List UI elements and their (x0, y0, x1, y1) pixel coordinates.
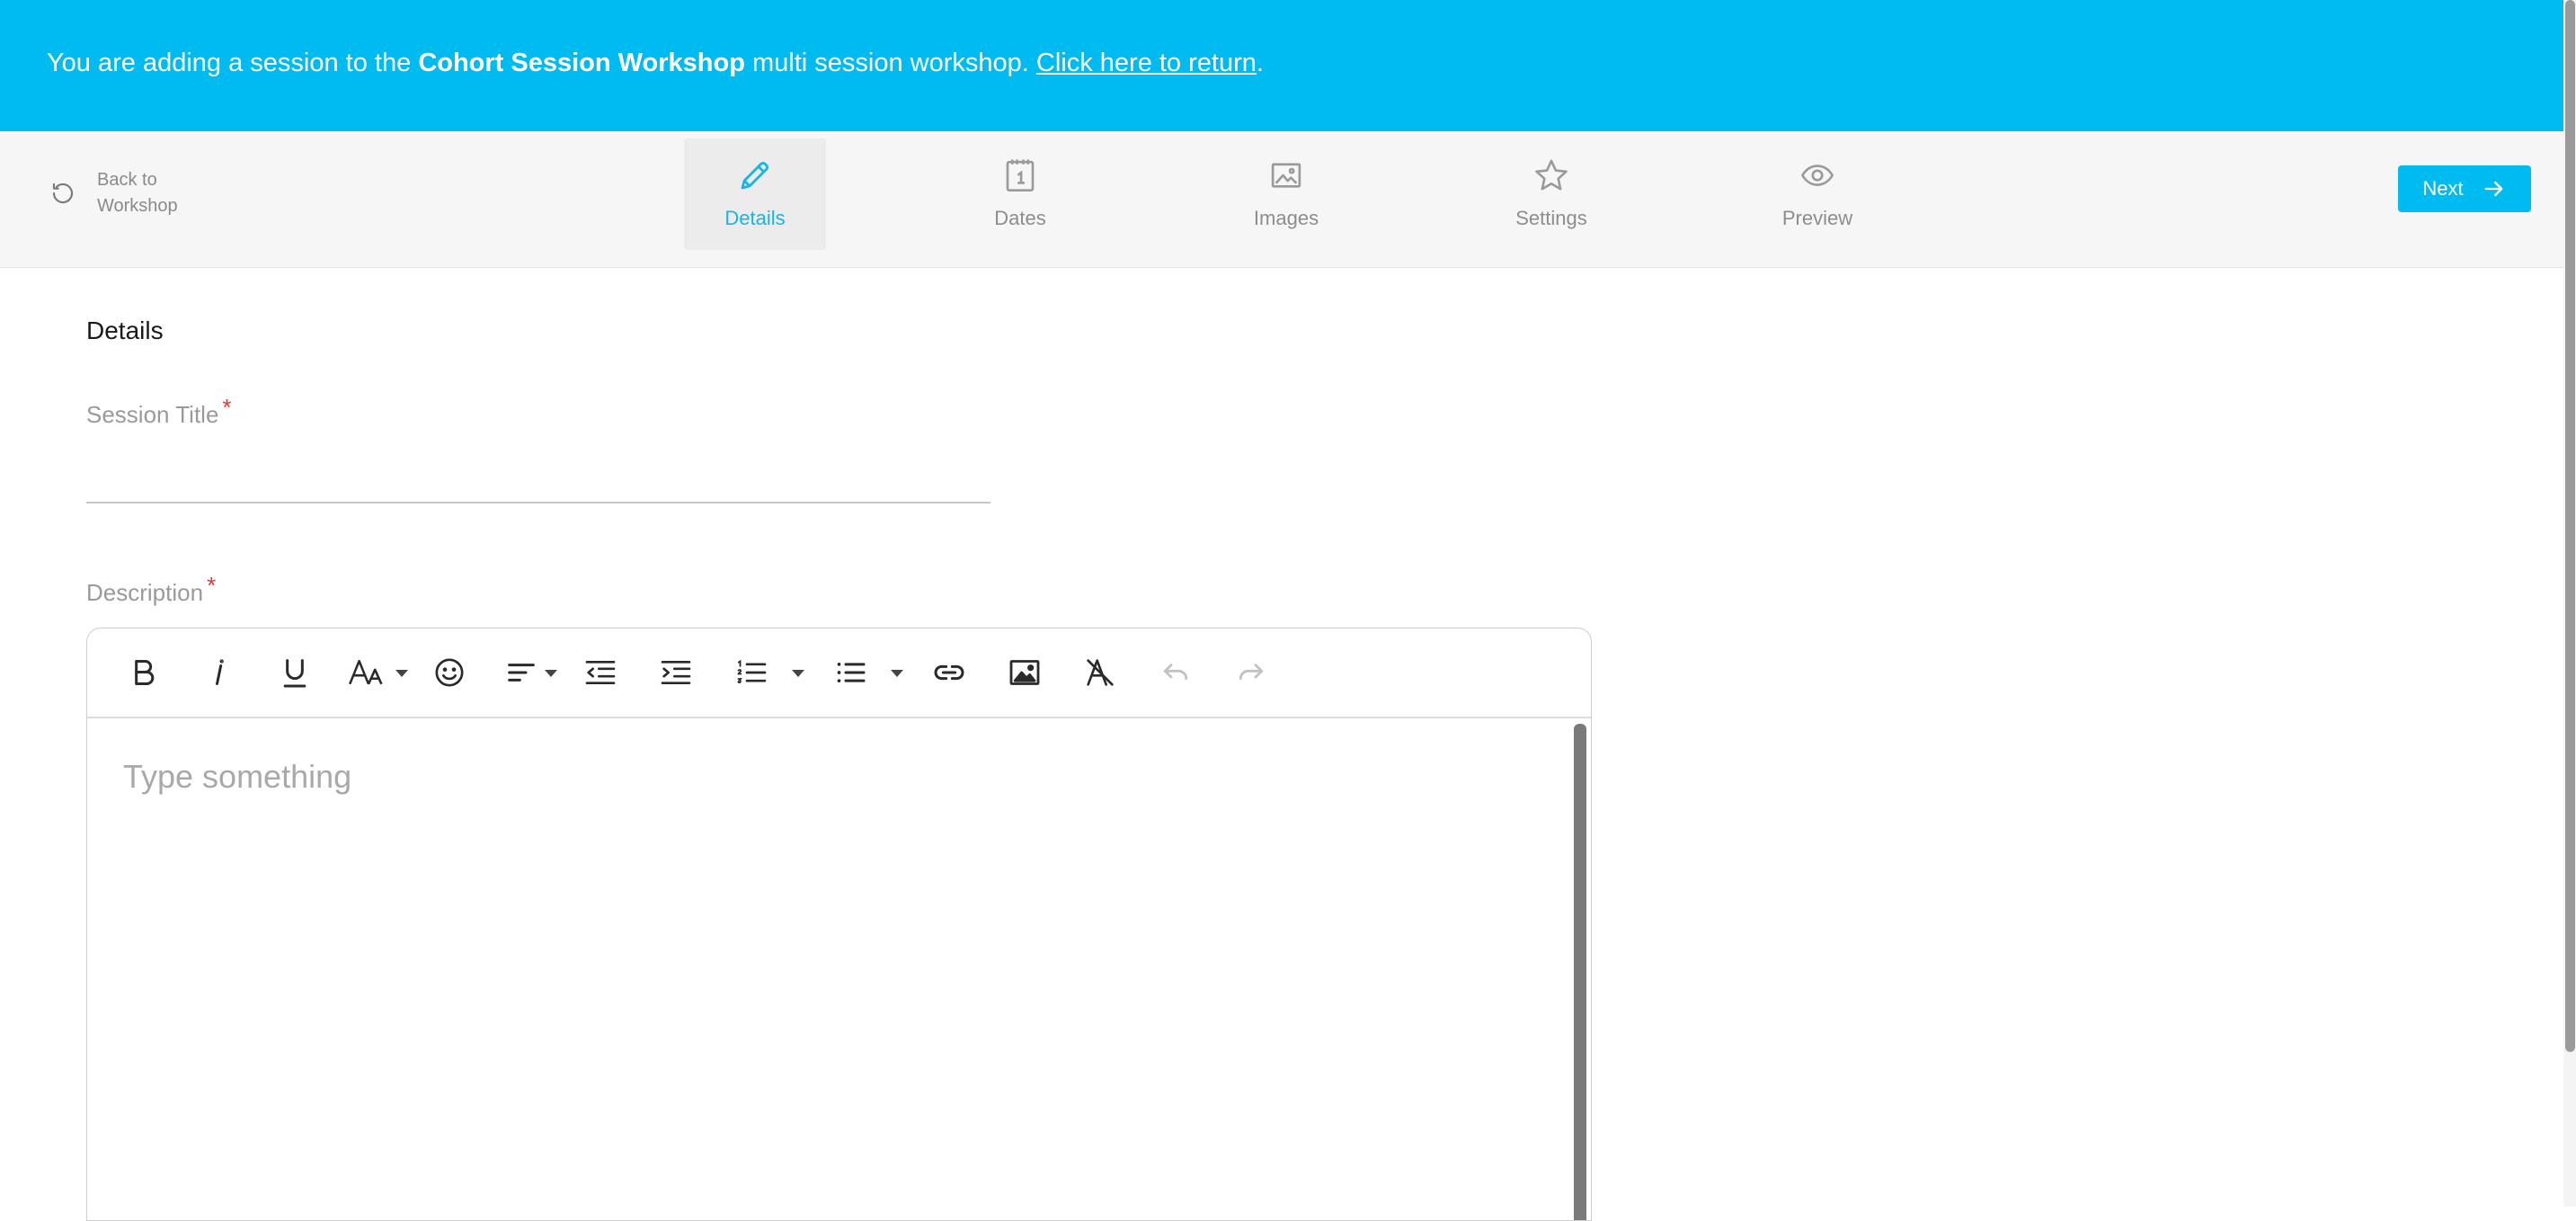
insert-image-button[interactable] (1004, 652, 1045, 693)
step-dates[interactable]: Dates (949, 138, 1091, 250)
description-editor-body[interactable]: Type something (87, 720, 1572, 1220)
step-dates-label: Dates (994, 207, 1046, 229)
back-label-line1: Back to (97, 170, 157, 190)
underline-button[interactable] (274, 652, 315, 693)
description-label: Description * (86, 572, 216, 607)
back-to-workshop-label: Back to Workshop (97, 167, 196, 219)
indent-button[interactable] (655, 652, 697, 693)
back-to-workshop-button[interactable]: Back to Workshop (49, 167, 196, 219)
calendar-icon (1006, 159, 1035, 192)
insert-image-icon (1009, 660, 1040, 685)
description-editor: Type something (86, 628, 1592, 1221)
bold-icon (135, 660, 155, 685)
insert-link-button[interactable] (928, 652, 970, 693)
eye-icon (1800, 165, 1834, 186)
section-title: Details (86, 316, 164, 344)
banner-middle: multi session workshop. (751, 48, 1029, 77)
required-mark: * (222, 394, 232, 421)
font-size-dropdown[interactable] (346, 652, 409, 693)
refresh-back-icon (52, 183, 74, 204)
workshop-context-banner: You are adding a session to the Cohort S… (0, 0, 2576, 131)
pencil-icon (741, 162, 768, 190)
redo-icon (1239, 664, 1264, 681)
clear-formatting-icon (1087, 659, 1114, 686)
description-label-text: Description (86, 579, 204, 606)
back-label-line2: Workshop (97, 196, 178, 216)
session-title-label-text: Session Title (86, 401, 219, 428)
next-button-label: Next (2422, 177, 2464, 200)
ordered-list-caret (792, 670, 804, 677)
step-preview[interactable]: Preview (1746, 138, 1888, 250)
image-icon (1271, 163, 1301, 188)
font-size-caret (395, 670, 408, 677)
bullet-list-button[interactable] (830, 652, 871, 693)
session-title-label: Session Title * (86, 394, 232, 429)
banner-workshop-name: Cohort Session Workshop (418, 48, 745, 77)
outdent-icon (585, 661, 616, 684)
ordered-list-dropdown[interactable] (785, 652, 806, 693)
ordered-list-icon (737, 659, 767, 684)
align-caret (545, 670, 557, 677)
emoji-icon (435, 658, 464, 687)
bullet-list-caret (891, 670, 903, 677)
star-icon (1535, 159, 1568, 191)
indent-icon (661, 661, 691, 684)
ordered-list-button[interactable] (731, 652, 772, 693)
step-details[interactable]: Details (684, 138, 826, 250)
undo-icon (1163, 664, 1188, 681)
align-left-icon (508, 664, 535, 682)
bullet-list-dropdown[interactable] (884, 652, 905, 693)
session-title-input[interactable] (86, 450, 990, 504)
description-placeholder: Type something (123, 758, 352, 795)
link-icon (934, 664, 964, 681)
align-dropdown[interactable] (499, 652, 562, 693)
step-images[interactable]: Images (1215, 138, 1357, 250)
clear-formatting-button[interactable] (1079, 652, 1121, 693)
banner-suffix: . (1256, 48, 1264, 77)
step-details-label: Details (724, 207, 786, 229)
outdent-button[interactable] (580, 652, 621, 693)
editor-scrollbar[interactable] (1574, 724, 1586, 1220)
step-settings-label: Settings (1515, 207, 1587, 229)
step-settings[interactable]: Settings (1480, 138, 1622, 250)
required-mark: * (207, 572, 217, 599)
step-preview-label: Preview (1781, 207, 1853, 229)
editor-toolbar (87, 628, 1591, 718)
bullet-list-icon (837, 663, 866, 682)
return-link[interactable]: Click here to return (1036, 49, 1257, 78)
font-size-icon (349, 659, 383, 685)
italic-icon (216, 659, 224, 685)
redo-button[interactable] (1230, 652, 1272, 693)
undo-button[interactable] (1155, 652, 1196, 693)
next-button[interactable]: Next (2398, 165, 2531, 212)
emoji-button[interactable] (429, 652, 470, 693)
underline-icon (283, 659, 306, 688)
italic-button[interactable] (199, 652, 240, 693)
arrow-right-icon (2484, 181, 2502, 197)
window-scrollbar-thumb[interactable] (2565, 0, 2575, 1052)
bold-button[interactable] (123, 652, 164, 693)
step-toolbar: Back to Workshop Details Dates Images Se… (0, 131, 2563, 268)
step-images-label: Images (1253, 207, 1319, 229)
banner-prefix: You are adding a session to the (47, 48, 412, 77)
